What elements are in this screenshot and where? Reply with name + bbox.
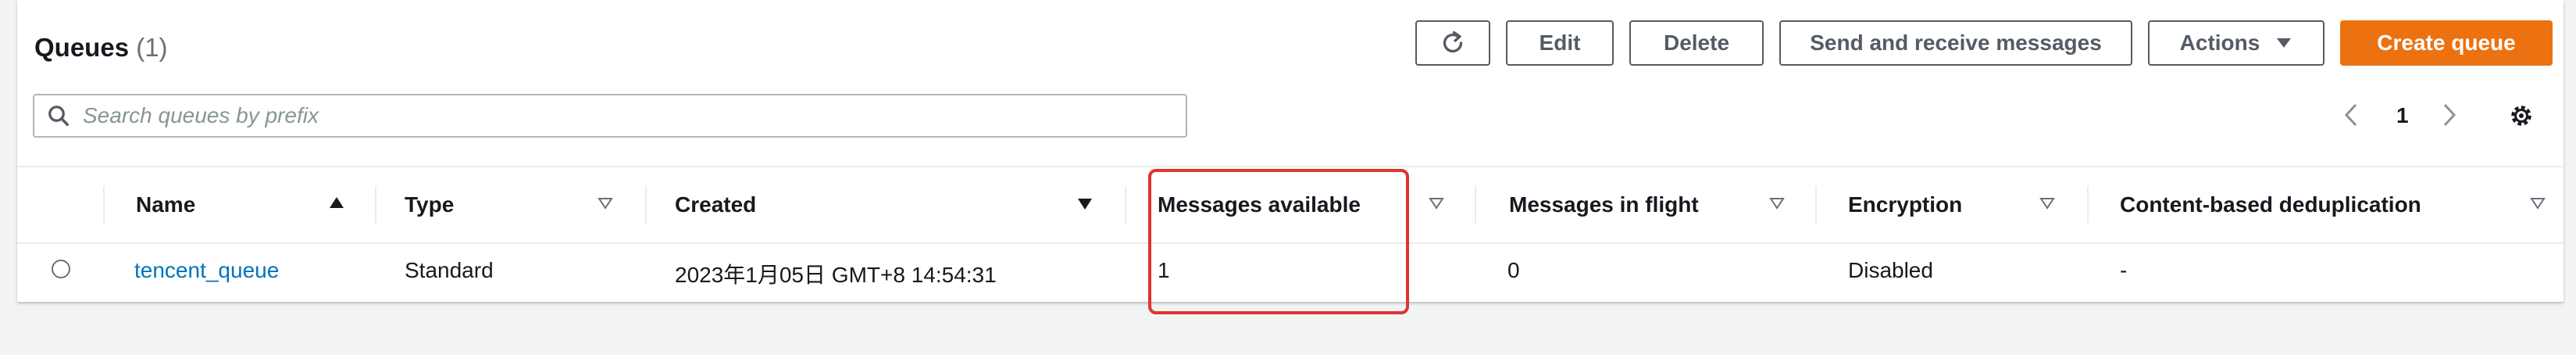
annotation-highlight-box [1148, 169, 1409, 314]
sort-ascending-icon[interactable] [328, 194, 345, 213]
sort-unsorted-icon[interactable] [597, 194, 614, 213]
column-header-encryption[interactable]: Encryption [1848, 167, 1962, 242]
sort-unsorted-icon[interactable] [1768, 194, 1786, 213]
search-box[interactable] [33, 94, 1187, 138]
column-header-name[interactable]: Name [136, 167, 195, 242]
sort-descending-icon[interactable] [1076, 194, 1094, 213]
page-number[interactable]: 1 [2396, 103, 2409, 128]
row-select-radio[interactable] [52, 260, 70, 278]
edit-button[interactable]: Edit [1506, 20, 1614, 66]
queue-type: Standard [405, 258, 494, 282]
caret-down-icon [2277, 38, 2292, 48]
column-header-created[interactable]: Created [675, 167, 756, 242]
search-input[interactable] [81, 102, 1162, 129]
column-header-type[interactable]: Type [405, 167, 454, 242]
column-header-content-dedup[interactable]: Content-based deduplication [2120, 167, 2421, 242]
actions-label: Actions [2179, 30, 2260, 55]
chevron-right-icon[interactable] [2440, 102, 2459, 128]
chevron-left-icon[interactable] [2342, 102, 2360, 128]
column-separator [1815, 186, 1817, 224]
sort-unsorted-icon[interactable] [2529, 194, 2546, 213]
column-separator [645, 186, 647, 224]
column-header-messages-in-flight[interactable]: Messages in flight [1509, 167, 1699, 242]
encryption-value: Disabled [1848, 258, 1933, 282]
refresh-icon [1443, 30, 1463, 53]
column-separator [1475, 186, 1476, 224]
queue-name-link[interactable]: tencent_queue [134, 258, 279, 283]
column-separator [103, 186, 105, 224]
create-queue-button[interactable]: Create queue [2340, 20, 2553, 66]
queue-count: (1) [136, 33, 168, 62]
settings-icon[interactable] [2507, 102, 2535, 130]
page-title: Queues (1) [34, 33, 168, 63]
column-separator [375, 186, 376, 224]
deduplication-value: - [2120, 258, 2128, 282]
refresh-button[interactable] [1415, 20, 1490, 66]
queue-created: 2023年1月05日 GMT+8 14:54:31 [675, 263, 997, 287]
column-separator [1125, 186, 1126, 224]
actions-button[interactable]: Actions [2148, 20, 2324, 66]
title-text: Queues [34, 33, 130, 62]
messages-in-flight-value: 0 [1507, 258, 1520, 282]
delete-button[interactable]: Delete [1629, 20, 1764, 66]
sort-unsorted-icon[interactable] [1428, 194, 1445, 213]
sort-unsorted-icon[interactable] [2039, 194, 2056, 213]
column-separator [2087, 186, 2089, 224]
search-icon [48, 106, 69, 126]
send-receive-button[interactable]: Send and receive messages [1779, 20, 2132, 66]
